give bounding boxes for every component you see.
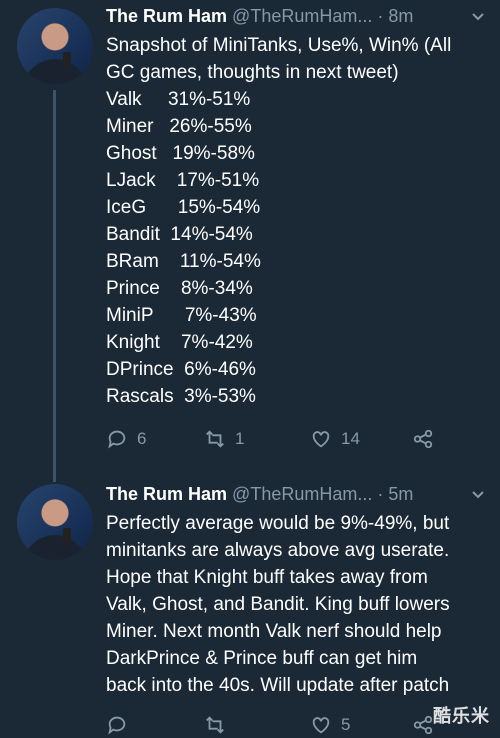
retweet-icon bbox=[206, 430, 224, 448]
avatar[interactable] bbox=[17, 484, 93, 560]
stat-line: LJack 17%-51% bbox=[106, 170, 260, 191]
tweet-text: Snapshot of MiniTanks, Use%, Win% (All G… bbox=[106, 32, 491, 410]
timestamp[interactable]: · 8m bbox=[377, 6, 413, 26]
stat-line: MiniP 7%-43% bbox=[106, 305, 257, 326]
text-line: Hope that Knight buff takes away from bbox=[106, 567, 428, 588]
tweet-header: The Rum Ham @TheRumHam... · 8m bbox=[106, 6, 413, 27]
reply-button[interactable] bbox=[106, 714, 137, 736]
author-handle[interactable]: @TheRumHam... bbox=[232, 484, 372, 504]
stat-line: DPrince 6%-46% bbox=[106, 359, 256, 380]
text-line: Snapshot of MiniTanks, Use%, Win% (All bbox=[106, 35, 452, 56]
timestamp[interactable]: · 5m bbox=[377, 484, 413, 504]
like-icon bbox=[312, 717, 330, 734]
tweet-actions: 5 bbox=[106, 714, 446, 738]
stat-line: Ghost 19%-58% bbox=[106, 143, 255, 164]
author-handle[interactable]: @TheRumHam... bbox=[232, 6, 372, 26]
stat-line: Prince 8%-34% bbox=[106, 278, 253, 299]
retweet-button[interactable]: 1 bbox=[204, 428, 244, 450]
text-line: minitanks are always above avg userate. bbox=[106, 540, 450, 561]
like-button[interactable]: 5 bbox=[310, 714, 350, 736]
text-line: Valk, Ghost, and Bandit. King buff lower… bbox=[106, 594, 450, 615]
reply-count: 6 bbox=[137, 429, 147, 448]
author-name[interactable]: The Rum Ham bbox=[106, 6, 227, 26]
reply-icon bbox=[108, 716, 126, 735]
tweet-text: Perfectly average would be 9%-49%, but m… bbox=[106, 510, 491, 699]
chevron-down-icon[interactable] bbox=[470, 486, 486, 507]
reply-icon bbox=[108, 430, 126, 449]
text-line: GC games, thoughts in next tweet) bbox=[106, 62, 399, 83]
tweet-actions: 6 1 14 bbox=[106, 428, 446, 452]
watermark: 酷乐米 bbox=[433, 706, 490, 726]
text-line: Miner. Next month Valk nerf should help bbox=[106, 621, 442, 642]
stat-line: Bandit 14%-54% bbox=[106, 224, 253, 245]
avatar[interactable] bbox=[17, 8, 93, 84]
like-icon bbox=[312, 431, 330, 448]
stat-line: BRam 11%-54% bbox=[106, 251, 261, 272]
stat-line: Rascals 3%-53% bbox=[106, 386, 256, 407]
retweet-icon bbox=[206, 716, 224, 734]
share-button[interactable] bbox=[412, 714, 434, 736]
reply-button[interactable]: 6 bbox=[106, 428, 146, 450]
text-line: DarkPrince & Prince buff can get him bbox=[106, 648, 418, 669]
stat-line: Valk 31%-51% bbox=[106, 89, 251, 110]
retweet-count: 1 bbox=[235, 429, 245, 448]
text-line: Perfectly average would be 9%-49%, but bbox=[106, 513, 450, 534]
share-button[interactable] bbox=[412, 428, 434, 450]
tweet-header: The Rum Ham @TheRumHam... · 5m bbox=[106, 484, 413, 505]
thread-connector-line bbox=[53, 90, 56, 482]
stat-line: Knight 7%-42% bbox=[106, 332, 253, 353]
like-button[interactable]: 14 bbox=[310, 428, 360, 450]
like-count: 5 bbox=[341, 715, 351, 734]
text-line: back into the 40s. Will update after pat… bbox=[106, 675, 450, 696]
author-name[interactable]: The Rum Ham bbox=[106, 484, 227, 504]
retweet-button[interactable] bbox=[204, 714, 235, 736]
share-icon bbox=[413, 429, 433, 449]
stat-line: IceG 15%-54% bbox=[106, 197, 261, 218]
share-icon bbox=[413, 715, 433, 735]
stat-line: Miner 26%-55% bbox=[106, 116, 252, 137]
chevron-down-icon[interactable] bbox=[470, 8, 486, 29]
like-count: 14 bbox=[341, 429, 360, 448]
